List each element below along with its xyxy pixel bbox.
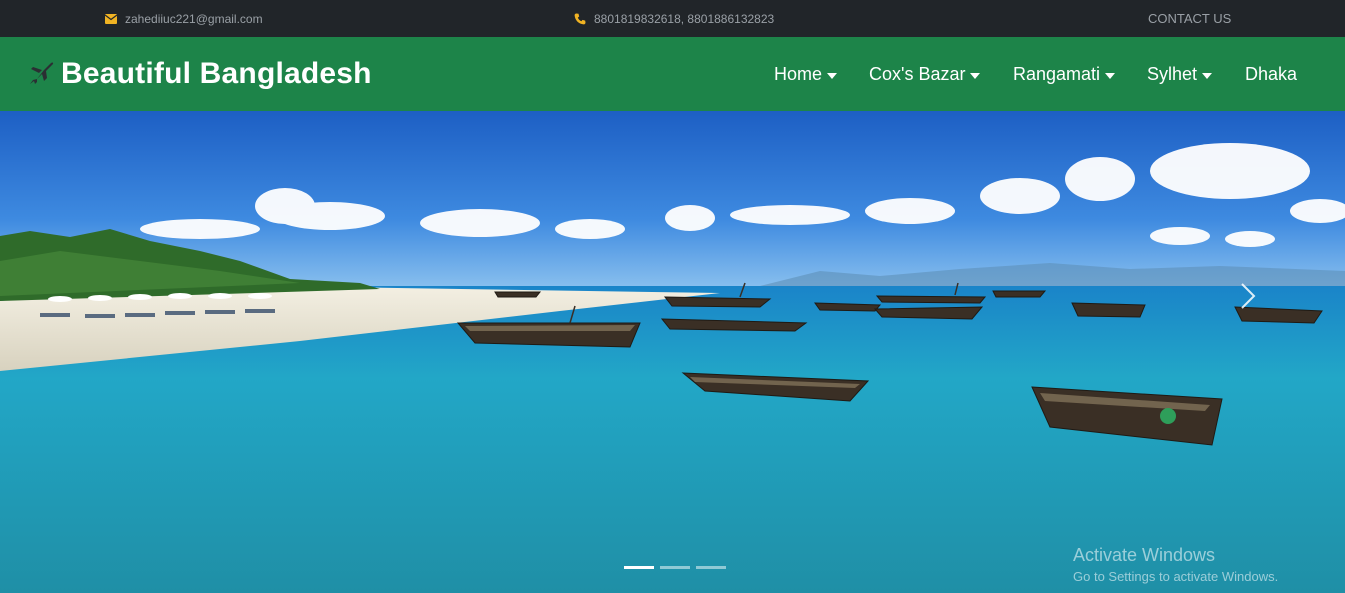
phone-contact: 8801819832618, 8801886132823 (574, 0, 774, 37)
carousel-indicators (624, 566, 726, 569)
nav-item-label: Rangamati (1013, 64, 1101, 84)
main-navbar: Beautiful Bangladesh Home Cox's Bazar Ra… (0, 37, 1345, 111)
nav-item-sylhet[interactable]: Sylhet (1147, 64, 1213, 85)
phone-icon (574, 13, 586, 25)
top-info-bar: zahediiuc221@gmail.com 8801819832618, 88… (0, 0, 1345, 37)
caret-down-icon (827, 72, 838, 79)
watermark-title: Activate Windows (1073, 545, 1216, 565)
carousel-indicator-2[interactable] (660, 566, 690, 569)
brand-title: Beautiful Bangladesh (61, 57, 372, 90)
caret-down-icon (1202, 72, 1213, 79)
chevron-right-icon (1241, 283, 1256, 309)
phone-text: 8801819832618, 8801886132823 (594, 11, 775, 26)
carousel-indicator-1[interactable] (624, 566, 654, 569)
contact-us-link[interactable]: CONTACT US (1148, 0, 1231, 37)
nav-item-rangamati[interactable]: Rangamati (1013, 64, 1116, 85)
nav-item-label: Dhaka (1245, 64, 1298, 84)
airplane-icon (27, 60, 55, 88)
caret-down-icon (1105, 72, 1116, 79)
brand-logo[interactable]: Beautiful Bangladesh (27, 37, 372, 111)
carousel-indicator-3[interactable] (696, 566, 726, 569)
hero-carousel: Activate Windows Go to Settings to activ… (0, 111, 1345, 593)
activate-windows-watermark: Activate Windows Go to Settings to activ… (1073, 545, 1278, 584)
email-text: zahediiuc221@gmail.com (125, 11, 263, 26)
nav-item-label: Sylhet (1147, 64, 1198, 84)
nav-item-dhaka[interactable]: Dhaka (1245, 64, 1297, 85)
nav-item-coxs-bazar[interactable]: Cox's Bazar (869, 64, 981, 85)
envelope-icon (105, 13, 117, 24)
nav-item-label: Home (774, 64, 823, 84)
nav-item-label: Cox's Bazar (869, 64, 966, 84)
email-contact: zahediiuc221@gmail.com (105, 0, 263, 37)
caret-down-icon (970, 72, 981, 79)
beach-with-boats-photo (0, 111, 1345, 593)
carousel-next-button[interactable] (1234, 281, 1260, 311)
watermark-subtitle: Go to Settings to activate Windows. (1073, 569, 1279, 584)
nav-item-home[interactable]: Home (774, 64, 838, 85)
